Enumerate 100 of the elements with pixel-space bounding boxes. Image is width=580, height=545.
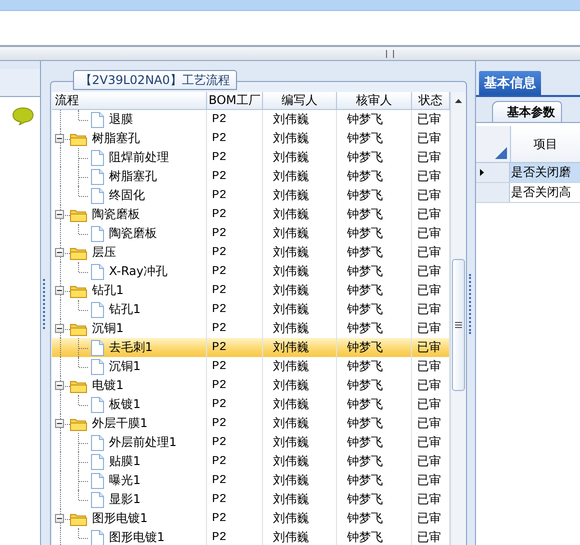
table-cell: P2 — [207, 167, 263, 186]
scroll-up-icon[interactable] — [455, 98, 462, 102]
document-icon — [91, 188, 104, 204]
folder-icon — [70, 378, 87, 392]
table-cell: P2 — [207, 148, 263, 167]
tree-item-label[interactable]: 退膜 — [104, 110, 133, 129]
table-cell: P2 — [207, 452, 263, 471]
table-cell: 钟梦飞 — [337, 129, 412, 148]
corner-triangle-icon — [495, 147, 507, 159]
table-cell: P2 — [207, 414, 263, 433]
process-tab[interactable]: 【2V39L02NA0】工艺流程 — [73, 70, 237, 90]
splitter-grip-icon[interactable] — [386, 50, 394, 58]
collapse-icon[interactable] — [55, 419, 64, 428]
table-cell: 钟梦飞 — [337, 433, 412, 452]
table-cell: 刘伟巍 — [263, 471, 337, 490]
row-header[interactable] — [476, 163, 510, 182]
table-cell: 刘伟巍 — [263, 528, 337, 545]
table-cell: 钟梦飞 — [337, 224, 412, 243]
table-cell-text: 是否关闭高 — [510, 184, 572, 201]
table-cell: P2 — [207, 186, 263, 205]
table-cell: P2 — [207, 243, 263, 262]
tree-item-label[interactable]: X-Ray冲孔 — [104, 262, 168, 281]
document-icon — [91, 396, 104, 412]
collapse-icon[interactable] — [55, 134, 64, 143]
column-header[interactable]: 编写人 — [263, 92, 337, 109]
tree-item-label[interactable]: 图形电镀1 — [104, 528, 165, 545]
table-cell: 钟梦飞 — [337, 376, 412, 395]
collapse-icon[interactable] — [55, 248, 64, 257]
tree-item-label[interactable]: 图形电镀1 — [87, 509, 148, 528]
tree-item-label[interactable]: 沉铜1 — [104, 357, 141, 376]
tree-item-label[interactable]: 钻孔1 — [104, 300, 141, 319]
table-cell: P2 — [207, 224, 263, 243]
scrollbar-thumb[interactable] — [452, 259, 465, 391]
table-cell: 刘伟巍 — [263, 224, 337, 243]
collapse-icon[interactable] — [55, 381, 64, 390]
tree-item-label[interactable]: 沉铜1 — [87, 319, 124, 338]
tree-item-label[interactable]: 层压 — [87, 243, 116, 262]
table-cell: P2 — [207, 509, 263, 528]
info-tab[interactable]: 基本信息 — [479, 71, 541, 95]
tree-item-label[interactable]: 曝光1 — [104, 471, 141, 490]
document-icon — [91, 358, 104, 374]
tree-item-label[interactable]: 外层前处理1 — [104, 433, 177, 452]
document-icon — [91, 492, 104, 508]
table-cell: 刘伟巍 — [263, 129, 337, 148]
table-cell: 刘伟巍 — [263, 186, 337, 205]
table-cell: 钟梦飞 — [337, 110, 412, 129]
tree-item-label[interactable]: 电镀1 — [87, 376, 124, 395]
column-header[interactable]: 流程 — [52, 92, 207, 109]
table-cell: 刘伟巍 — [263, 167, 337, 186]
tree-item-label[interactable]: 钻孔1 — [87, 281, 124, 300]
tree-item-label[interactable]: 显影1 — [104, 490, 141, 509]
collapse-icon[interactable] — [55, 324, 64, 333]
table-cell: 钟梦飞 — [337, 490, 412, 509]
table-cell: 刘伟巍 — [263, 509, 337, 528]
table-cell: 刘伟巍 — [263, 452, 337, 471]
tree-item-label[interactable]: 贴膜1 — [104, 452, 141, 471]
parameters-tab[interactable]: 基本参数 — [492, 101, 562, 123]
table-cell: 钟梦飞 — [337, 167, 412, 186]
tree-item-label[interactable]: 终固化 — [104, 186, 145, 205]
table-cell: 是否关闭磨 — [510, 163, 580, 182]
table-cell: 钟梦飞 — [337, 471, 412, 490]
table-cell: P2 — [207, 376, 263, 395]
collapse-icon[interactable] — [55, 514, 64, 523]
folder-icon — [70, 208, 87, 222]
table-cell: P2 — [207, 395, 263, 414]
table-cell: 钟梦飞 — [337, 262, 412, 281]
tree-item-label[interactable]: 树脂塞孔 — [104, 167, 157, 186]
splitter-grip-icon[interactable] — [468, 274, 474, 334]
tree-item-label[interactable]: 陶瓷磨板 — [87, 205, 140, 224]
table-cell: 刘伟巍 — [263, 376, 337, 395]
table-cell: P2 — [207, 129, 263, 148]
table-cell: 钟梦飞 — [337, 186, 412, 205]
table-cell: P2 — [207, 338, 263, 357]
table-cell: 刘伟巍 — [263, 490, 337, 509]
speech-bubble-icon[interactable] — [12, 107, 34, 125]
table-cell: 刘伟巍 — [263, 300, 337, 319]
tree-item-label[interactable]: 外层干膜1 — [87, 414, 148, 433]
tree-item-label[interactable]: 树脂塞孔 — [87, 129, 140, 148]
tree-item-label[interactable]: 去毛刺1 — [104, 338, 153, 357]
collapse-icon[interactable] — [55, 286, 64, 295]
table-cell: P2 — [207, 110, 263, 129]
document-icon — [91, 434, 104, 450]
table-cell: 钟梦飞 — [337, 414, 412, 433]
folder-icon — [70, 132, 87, 146]
document-icon — [91, 472, 104, 488]
table-cell: 刘伟巍 — [263, 262, 337, 281]
table-cell: 刘伟巍 — [263, 357, 337, 376]
table-cell: 刘伟巍 — [263, 395, 337, 414]
column-header[interactable]: 核审人 — [337, 92, 412, 109]
table-cell: 钟梦飞 — [337, 395, 412, 414]
table-cell: 钟梦飞 — [337, 509, 412, 528]
tree-item-label[interactable]: 板镀1 — [104, 395, 141, 414]
folder-icon — [70, 322, 87, 336]
splitter-grip-icon[interactable] — [43, 278, 48, 328]
table-cell: 钟梦飞 — [337, 357, 412, 376]
collapse-icon[interactable] — [55, 210, 64, 219]
tree-item-label[interactable]: 阻焊前处理 — [104, 148, 169, 167]
tree-item-label[interactable]: 陶瓷磨板 — [104, 224, 157, 243]
column-header[interactable]: BOM工厂 — [207, 92, 263, 109]
document-icon — [91, 226, 104, 242]
